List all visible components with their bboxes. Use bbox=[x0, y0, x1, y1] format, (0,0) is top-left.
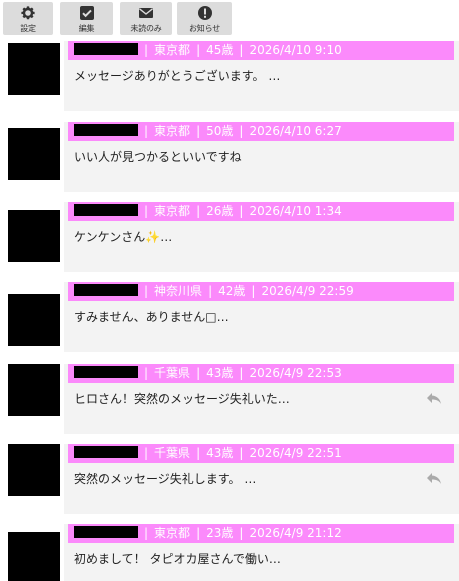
sender-age: 42歳 bbox=[218, 284, 246, 298]
edit-label: 編集 bbox=[78, 24, 95, 33]
sender-age: 43歳 bbox=[206, 366, 234, 380]
sender-name-redacted bbox=[74, 526, 138, 538]
sender-name-redacted bbox=[74, 124, 138, 136]
sender-prefecture: 神奈川県 bbox=[154, 284, 203, 298]
list-item[interactable]: | 千葉県 | 43歳 | 2026/4/9 22:53 ヒロさん！突然のメッセージ失礼い… bbox=[0, 362, 459, 442]
avatar[interactable] bbox=[8, 532, 60, 581]
message-header: | 神奈川県 | 42歳 | 2026/4/9 22:59 bbox=[68, 282, 454, 301]
checkbox-icon bbox=[79, 5, 95, 21]
message-datetime: 2026/4/9 21:12 bbox=[249, 526, 342, 540]
avatar[interactable] bbox=[8, 444, 60, 496]
message-preview: いい人が見つかるといいですね bbox=[74, 150, 242, 164]
toolbar: 設定 編集 未読のみ お知らせ bbox=[0, 0, 459, 38]
list-item[interactable]: | 東京都 | 45歳 | 2026/4/10 9:10 メッセージありがとうございます。… bbox=[0, 38, 459, 118]
sender-prefecture: 東京都 bbox=[154, 124, 191, 138]
sender-name-redacted bbox=[74, 366, 138, 378]
message-card[interactable]: | 東京都 | 50歳 | 2026/4/10 6:27 いい人が見つかるといいですね bbox=[64, 122, 459, 192]
sender-age: 43歳 bbox=[206, 446, 234, 460]
sender-name-redacted bbox=[74, 43, 138, 55]
avatar[interactable] bbox=[8, 364, 60, 416]
sender-age: 50歳 bbox=[206, 124, 234, 138]
message-header: | 東京都 | 50歳 | 2026/4/10 6:27 bbox=[68, 122, 454, 141]
message-datetime: 2026/4/9 22:59 bbox=[261, 284, 354, 298]
unread-only-button[interactable]: 未読のみ bbox=[120, 2, 172, 35]
list-item[interactable]: | 千葉県 | 43歳 | 2026/4/9 22:51 突然のメッセージ失礼します。 … bbox=[0, 442, 459, 522]
avatar[interactable] bbox=[8, 294, 60, 346]
sender-prefecture: 東京都 bbox=[154, 526, 191, 540]
settings-button[interactable]: 設定 bbox=[3, 2, 53, 35]
message-preview: すみません、ありません□… bbox=[74, 310, 229, 324]
sender-prefecture: 東京都 bbox=[154, 204, 191, 218]
list-item[interactable]: | 東京都 | 26歳 | 2026/4/10 1:34 ケンケンさん✨… bbox=[0, 202, 459, 282]
message-datetime: 2026/4/9 22:51 bbox=[249, 446, 342, 460]
message-card[interactable]: | 東京都 | 26歳 | 2026/4/10 1:34 ケンケンさん✨… bbox=[64, 202, 459, 272]
message-card[interactable]: | 千葉県 | 43歳 | 2026/4/9 22:51 突然のメッセージ失礼します。 … bbox=[64, 444, 459, 514]
sender-age: 26歳 bbox=[206, 204, 234, 218]
message-card[interactable]: | 千葉県 | 43歳 | 2026/4/9 22:53 ヒロさん！突然のメッセージ失礼い… bbox=[64, 364, 459, 434]
message-header: | 千葉県 | 43歳 | 2026/4/9 22:53 bbox=[68, 364, 454, 383]
sender-name-redacted bbox=[74, 284, 138, 296]
avatar[interactable] bbox=[8, 43, 60, 95]
message-datetime: 2026/4/10 9:10 bbox=[249, 43, 342, 57]
settings-label: 設定 bbox=[20, 24, 36, 33]
message-header: | 東京都 | 23歳 | 2026/4/9 21:12 bbox=[68, 524, 454, 543]
message-card[interactable]: | 神奈川県 | 42歳 | 2026/4/9 22:59 すみません、ありません□… bbox=[64, 282, 459, 352]
reply-arrow-icon[interactable] bbox=[425, 390, 443, 406]
sender-name-redacted bbox=[74, 204, 138, 216]
avatar[interactable] bbox=[8, 210, 60, 262]
edit-button[interactable]: 編集 bbox=[60, 2, 113, 35]
message-preview: メッセージありがとうございます。 … bbox=[74, 69, 281, 83]
notice-label: お知らせ bbox=[188, 24, 221, 33]
gear-icon bbox=[20, 5, 36, 21]
reply-arrow-icon[interactable] bbox=[425, 470, 443, 486]
sender-age: 23歳 bbox=[206, 526, 234, 540]
message-preview: 初めまして！ タピオカ屋さんで働い… bbox=[74, 552, 281, 566]
message-header: | 千葉県 | 43歳 | 2026/4/9 22:51 bbox=[68, 444, 454, 463]
list-item[interactable]: | 神奈川県 | 42歳 | 2026/4/9 22:59 すみません、ありません□… bbox=[0, 282, 459, 362]
message-preview: ケンケンさん✨… bbox=[74, 230, 173, 244]
unread-only-label: 未読のみ bbox=[130, 24, 162, 33]
sender-prefecture: 千葉県 bbox=[154, 366, 191, 380]
message-header: | 東京都 | 26歳 | 2026/4/10 1:34 bbox=[68, 202, 454, 221]
message-card[interactable]: | 東京都 | 45歳 | 2026/4/10 9:10 メッセージありがとうございます。… bbox=[64, 41, 459, 111]
message-preview: ヒロさん！突然のメッセージ失礼いた… bbox=[74, 392, 290, 406]
notice-button[interactable]: お知らせ bbox=[177, 2, 232, 35]
message-datetime: 2026/4/10 6:27 bbox=[249, 124, 342, 138]
sender-prefecture: 東京都 bbox=[154, 43, 191, 57]
sender-name-redacted bbox=[74, 446, 138, 458]
sender-prefecture: 千葉県 bbox=[154, 446, 191, 460]
exclamation-icon bbox=[197, 5, 213, 21]
message-datetime: 2026/4/10 1:34 bbox=[249, 204, 342, 218]
message-card[interactable]: | 東京都 | 23歳 | 2026/4/9 21:12 初めまして！ タピオカ屋さんで働… bbox=[64, 524, 459, 581]
message-list: | 東京都 | 45歳 | 2026/4/10 9:10 メッセージありがとうございます。… bbox=[0, 38, 459, 581]
message-header: | 東京都 | 45歳 | 2026/4/10 9:10 bbox=[68, 41, 454, 60]
list-item[interactable]: | 東京都 | 23歳 | 2026/4/9 21:12 初めまして！ タピオカ屋さんで働… bbox=[0, 524, 459, 581]
list-item[interactable]: | 東京都 | 50歳 | 2026/4/10 6:27 いい人が見つかるといいですね bbox=[0, 120, 459, 200]
sender-age: 45歳 bbox=[206, 43, 234, 57]
message-datetime: 2026/4/9 22:53 bbox=[249, 366, 342, 380]
message-preview: 突然のメッセージ失礼します。 … bbox=[74, 472, 257, 486]
avatar[interactable] bbox=[8, 128, 60, 180]
envelope-icon bbox=[138, 5, 154, 21]
